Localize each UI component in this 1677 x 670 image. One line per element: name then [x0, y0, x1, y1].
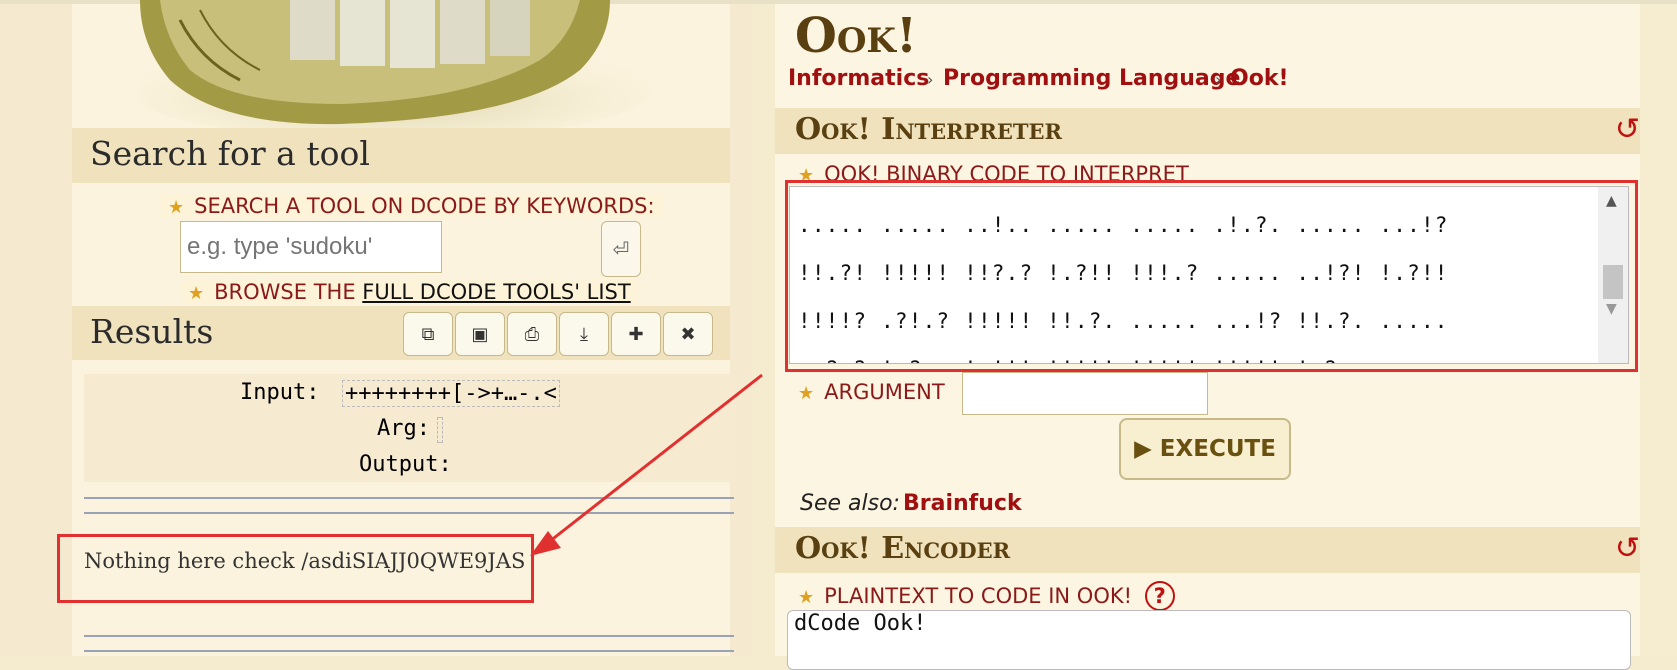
- breadcrumb-programming-language[interactable]: Programming Language: [943, 66, 1240, 91]
- star-icon: ★: [798, 383, 815, 404]
- brainfuck-link[interactable]: Brainfuck: [903, 491, 1022, 516]
- encoder-header: Ook! Encoder ↺: [775, 527, 1640, 573]
- argument-label: ARGUMENT: [824, 380, 945, 404]
- argument-input[interactable]: [962, 372, 1208, 415]
- plaintext-value: dCode Ook!: [794, 611, 927, 636]
- argument-label-row: ★ ARGUMENT: [798, 380, 945, 404]
- reset-icon[interactable]: ↺: [1615, 112, 1640, 147]
- breadcrumb-separator: ›: [1215, 70, 1222, 89]
- breadcrumb-informatics[interactable]: Informatics: [788, 66, 929, 91]
- execute-button[interactable]: ▶ EXECUTE: [1119, 418, 1291, 480]
- plaintext-label: PLAINTEXT TO CODE IN OOK!: [824, 584, 1133, 608]
- help-icon[interactable]: ?: [1144, 581, 1175, 611]
- see-also-label: See also:: [800, 491, 900, 516]
- reset-icon[interactable]: ↺: [1615, 531, 1640, 566]
- breadcrumb-separator: ›: [927, 70, 934, 89]
- star-icon: ★: [798, 587, 815, 608]
- interpreter-title: Ook! Interpreter: [795, 112, 1062, 147]
- annotation-box-code: [785, 180, 1638, 372]
- interpreter-header: Ook! Interpreter ↺: [775, 108, 1640, 154]
- page-title: Ook!: [795, 8, 918, 64]
- encoder-title: Ook! Encoder: [795, 531, 1011, 566]
- plaintext-textarea[interactable]: dCode Ook!: [787, 610, 1631, 670]
- breadcrumb-ook[interactable]: Ook!: [1230, 66, 1288, 91]
- plaintext-label-row: ★ PLAINTEXT TO CODE IN OOK! ?: [798, 581, 1175, 611]
